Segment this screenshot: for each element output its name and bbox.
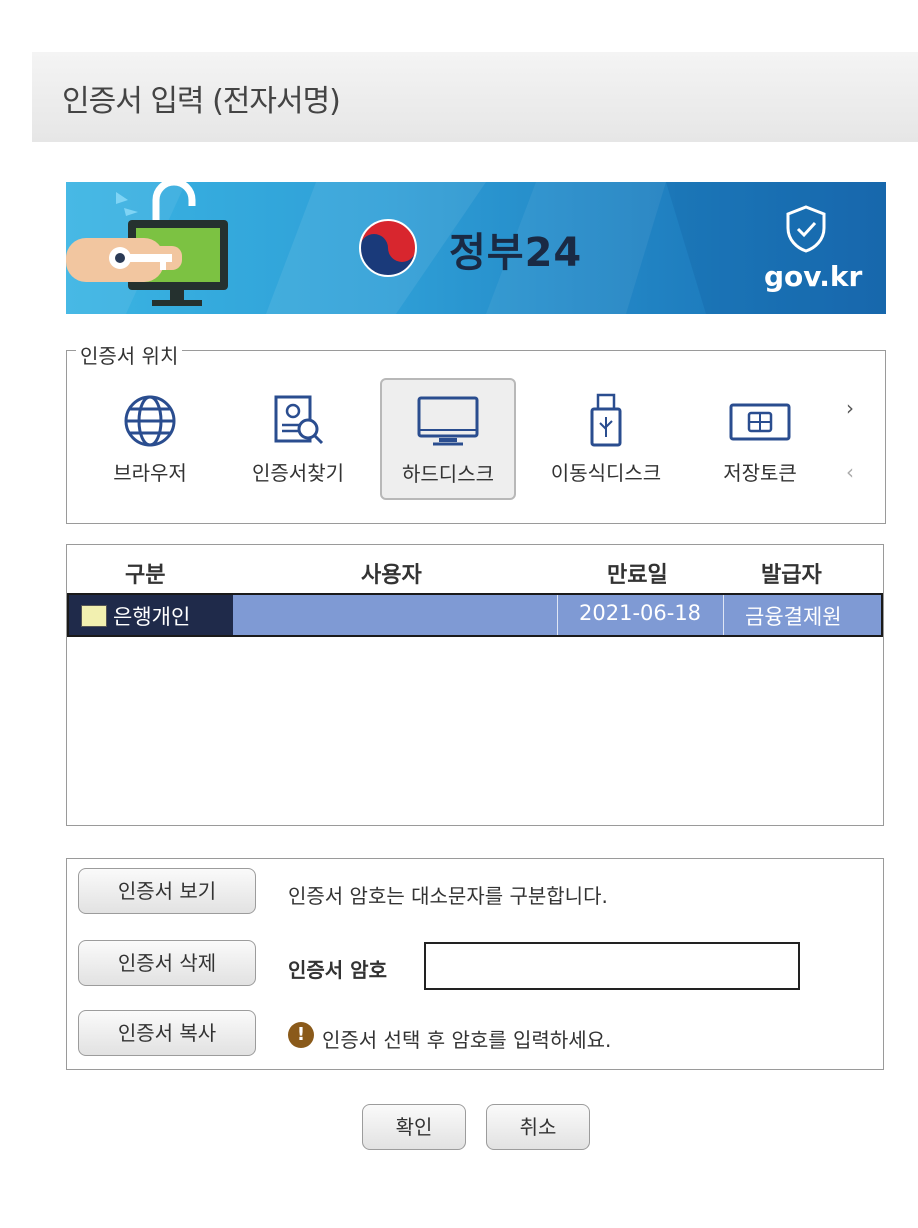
usb-drive-icon <box>590 393 622 447</box>
column-divider <box>723 595 724 635</box>
header-issuer: 발급자 <box>761 563 822 588</box>
lock-key-illustration <box>66 182 228 306</box>
column-divider <box>557 595 558 635</box>
taegeuk-logo-icon <box>359 219 417 277</box>
view-certificate-button[interactable]: 인증서 보기 <box>78 868 256 914</box>
certificate-table: 구분 사용자 만료일 발급자 은행개인 2021-06-18 금융결제원 <box>66 544 884 826</box>
location-hard-disk-label: 하드디스크 <box>402 462 494 486</box>
dialog-title: 인증서 입력 (전자서명) <box>62 84 341 119</box>
ok-button[interactable]: 확인 <box>362 1104 466 1150</box>
header-expiry: 만료일 <box>607 563 668 588</box>
row-issuer: 금융결제원 <box>745 605 842 629</box>
security-token-icon <box>729 403 791 441</box>
globe-icon <box>124 395 176 447</box>
certificate-icon <box>81 605 107 627</box>
password-input[interactable] <box>424 942 800 990</box>
cancel-button[interactable]: 취소 <box>486 1104 590 1150</box>
domain-text: gov.kr <box>764 260 863 293</box>
table-row[interactable]: 은행개인 2021-06-18 금융결제원 <box>67 593 883 637</box>
location-removable-disk[interactable]: 이동식디스크 <box>538 378 674 500</box>
location-browser-label: 브라우저 <box>113 461 187 485</box>
certificate-search-icon <box>274 395 324 445</box>
scroll-prev-arrow[interactable]: ‹ <box>846 460 854 484</box>
dialog-titlebar: 인증서 입력 (전자서명) <box>32 52 918 142</box>
location-security-token-label: 저장토큰 <box>723 461 797 485</box>
password-label: 인증서 암호 <box>288 958 387 982</box>
certificate-location-legend: 인증서 위치 <box>76 340 183 369</box>
shield-check-icon <box>786 205 826 253</box>
location-security-token[interactable]: 저장토큰 <box>692 378 828 500</box>
password-warning: 인증서 선택 후 암호를 입력하세요. <box>322 1028 612 1052</box>
header-user: 사용자 <box>361 563 422 588</box>
row-type: 은행개인 <box>113 605 191 629</box>
row-expiry: 2021-06-18 <box>579 601 702 625</box>
header-type: 구분 <box>125 563 166 588</box>
brand-text: 정부24 <box>449 230 583 276</box>
location-cert-search[interactable]: 인증서찾기 <box>230 378 366 500</box>
copy-certificate-button[interactable]: 인증서 복사 <box>78 1010 256 1056</box>
scroll-next-arrow[interactable]: › <box>846 396 854 420</box>
location-cert-search-label: 인증서찾기 <box>252 461 344 485</box>
password-hint: 인증서 암호는 대소문자를 구분합니다. <box>288 884 608 908</box>
delete-certificate-button[interactable]: 인증서 삭제 <box>78 940 256 986</box>
monitor-icon <box>417 396 479 446</box>
table-header: 구분 사용자 만료일 발급자 <box>67 545 883 593</box>
gov24-banner: 정부24 gov.kr <box>66 182 886 314</box>
location-browser[interactable]: 브라우저 <box>82 378 218 500</box>
location-removable-disk-label: 이동식디스크 <box>550 461 662 485</box>
warning-icon: ! <box>288 1022 314 1048</box>
location-hard-disk[interactable]: 하드디스크 <box>380 378 516 500</box>
